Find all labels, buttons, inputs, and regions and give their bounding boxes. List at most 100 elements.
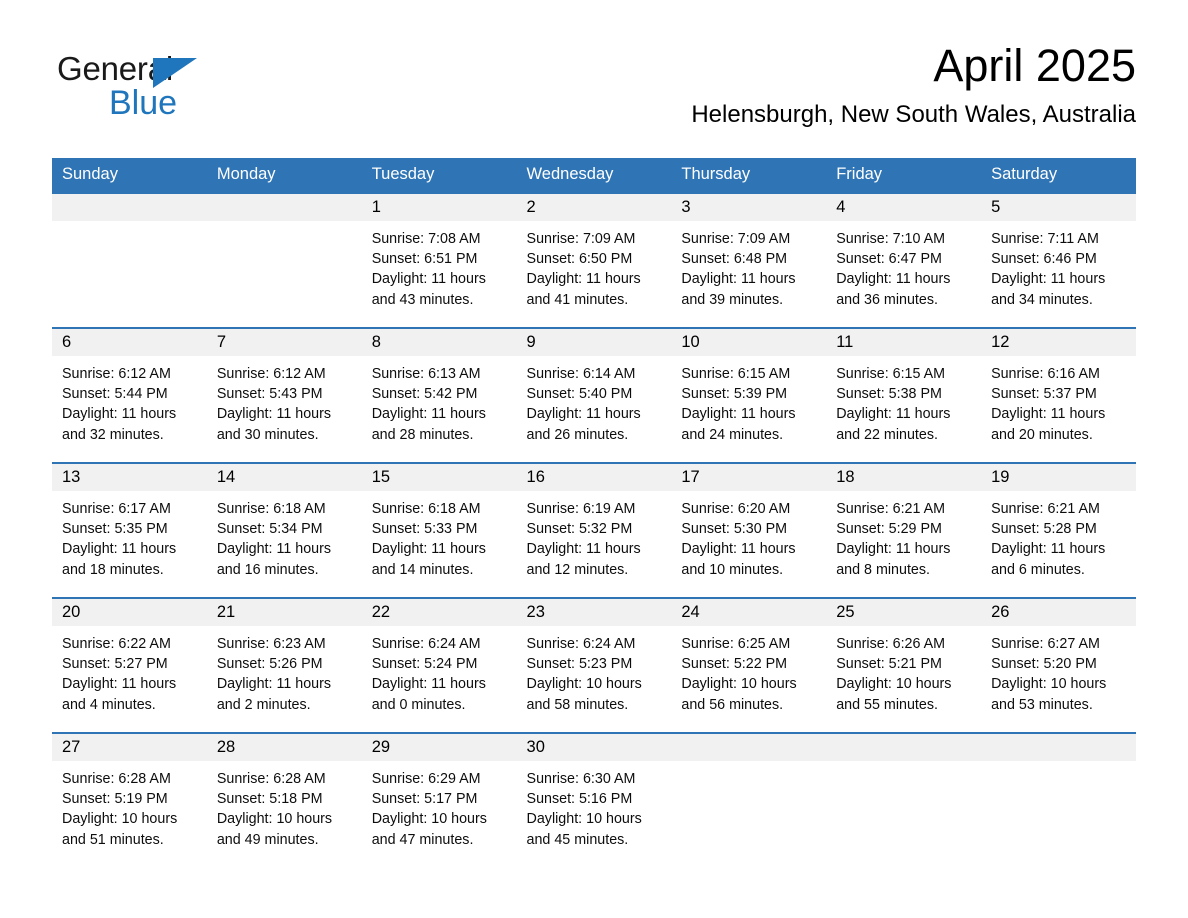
day-number-band: 22 bbox=[361, 599, 517, 626]
day-cell-content: 30 Sunrise: 6:30 AM Sunset: 5:16 PM Dayligh… bbox=[516, 734, 672, 867]
sunset-text: Sunset: 5:43 PM bbox=[216, 386, 323, 403]
day-details: Sunrise: 6:21 AM Sunset: 5:28 PM Daylight:… bbox=[981, 491, 1136, 580]
day-number-band bbox=[52, 194, 207, 221]
day-number-band: 28 bbox=[206, 734, 362, 761]
day-number: 28 bbox=[216, 738, 236, 757]
day-cell-content bbox=[981, 734, 1136, 867]
sunrise-text: Sunrise: 7:09 AM bbox=[526, 231, 636, 247]
daylight-text-line2: and 53 minutes. bbox=[991, 696, 1093, 713]
day-details: Sunrise: 6:28 AM Sunset: 5:19 PM Daylight:… bbox=[52, 761, 207, 850]
calendar-week-row: 1 Sunrise: 7:08 AM Sunset: 6:51 PM Daylight… bbox=[52, 192, 1136, 328]
calendar-day-cell[interactable]: 1 Sunrise: 7:08 AM Sunset: 6:51 PM Daylight… bbox=[361, 192, 517, 328]
day-number-band: 29 bbox=[361, 734, 517, 761]
sunset-text: Sunset: 5:17 PM bbox=[371, 791, 478, 808]
calendar-day-cell[interactable]: 10 Sunrise: 6:15 AM Sunset: 5:39 PM Dayligh… bbox=[671, 327, 827, 463]
calendar-day-cell[interactable]: 28 Sunrise: 6:28 AM Sunset: 5:18 PM Dayligh… bbox=[206, 732, 362, 867]
day-number: 5 bbox=[991, 198, 1001, 217]
calendar-day-cell[interactable]: 24 Sunrise: 6:25 AM Sunset: 5:22 PM Dayligh… bbox=[671, 597, 827, 733]
calendar-day-cell[interactable]: 26 Sunrise: 6:27 AM Sunset: 5:20 PM Dayligh… bbox=[981, 597, 1136, 733]
daylight-text-line1: Daylight: 11 hours bbox=[216, 541, 332, 558]
calendar-day-cell[interactable]: 14 Sunrise: 6:18 AM Sunset: 5:34 PM Dayligh… bbox=[206, 462, 362, 598]
calendar-day-cell[interactable]: 25 Sunrise: 6:26 AM Sunset: 5:21 PM Dayligh… bbox=[826, 597, 982, 733]
calendar-day-cell[interactable]: 8 Sunrise: 6:13 AM Sunset: 5:42 PM Daylight… bbox=[361, 327, 517, 463]
calendar-day-cell[interactable]: 22 Sunrise: 6:24 AM Sunset: 5:24 PM Dayligh… bbox=[361, 597, 517, 733]
day-number-band: 20 bbox=[52, 599, 207, 626]
day-number-band: 10 bbox=[671, 329, 827, 356]
sunrise-text: Sunrise: 6:24 AM bbox=[371, 636, 481, 652]
daylight-text-line2: and 22 minutes. bbox=[836, 426, 938, 443]
calendar-day-cell[interactable]: 6 Sunrise: 6:12 AM Sunset: 5:44 PM Daylight… bbox=[52, 327, 207, 463]
day-details bbox=[671, 761, 826, 769]
calendar-day-cell[interactable]: 15 Sunrise: 6:18 AM Sunset: 5:33 PM Dayligh… bbox=[361, 462, 517, 598]
day-cell-content: 26 Sunrise: 6:27 AM Sunset: 5:20 PM Dayligh… bbox=[981, 599, 1136, 732]
calendar-day-cell[interactable]: 30 Sunrise: 6:30 AM Sunset: 5:16 PM Dayligh… bbox=[516, 732, 672, 867]
day-details bbox=[826, 761, 981, 769]
calendar-day-cell[interactable]: 7 Sunrise: 6:12 AM Sunset: 5:43 PM Daylight… bbox=[206, 327, 362, 463]
daylight-text-line1: Daylight: 10 hours bbox=[371, 811, 487, 828]
daylight-text-line1: Daylight: 11 hours bbox=[681, 541, 796, 558]
day-cell-content: 12 Sunrise: 6:16 AM Sunset: 5:37 PM Dayligh… bbox=[981, 329, 1136, 462]
calendar-day-cell[interactable]: 4 Sunrise: 7:10 AM Sunset: 6:47 PM Daylight… bbox=[826, 192, 982, 328]
calendar-day-cell[interactable]: 16 Sunrise: 6:19 AM Sunset: 5:32 PM Dayligh… bbox=[516, 462, 672, 598]
day-number-band: 9 bbox=[516, 329, 672, 356]
day-number: 12 bbox=[991, 333, 1010, 352]
calendar-day-cell[interactable]: 2 Sunrise: 7:09 AM Sunset: 6:50 PM Daylight… bbox=[516, 192, 672, 328]
weekday-header-sunday: Sunday bbox=[52, 158, 207, 193]
weekday-header-saturday: Saturday bbox=[981, 158, 1136, 193]
sunset-text: Sunset: 5:33 PM bbox=[371, 521, 478, 538]
sunrise-text: Sunrise: 6:27 AM bbox=[991, 636, 1100, 652]
day-number-band bbox=[826, 734, 982, 761]
day-number-band: 3 bbox=[671, 194, 827, 221]
calendar-day-cell[interactable]: 29 Sunrise: 6:29 AM Sunset: 5:17 PM Dayligh… bbox=[361, 732, 517, 867]
day-number-band: 15 bbox=[361, 464, 517, 491]
daylight-text-line2: and 39 minutes. bbox=[681, 291, 784, 308]
daylight-text-line2: and 10 minutes. bbox=[681, 561, 784, 578]
day-number: 20 bbox=[62, 603, 81, 622]
general-blue-logo[interactable]: General Blue bbox=[57, 52, 357, 132]
calendar-day-cell[interactable]: 3 Sunrise: 7:09 AM Sunset: 6:48 PM Daylight… bbox=[671, 192, 827, 328]
daylight-text-line2: and 6 minutes. bbox=[991, 561, 1085, 578]
day-number-band: 17 bbox=[671, 464, 827, 491]
day-cell-content: 6 Sunrise: 6:12 AM Sunset: 5:44 PM Daylight… bbox=[52, 329, 207, 462]
day-number: 1 bbox=[371, 198, 381, 217]
weekday-header-friday: Friday bbox=[826, 158, 982, 193]
day-cell-content: 4 Sunrise: 7:10 AM Sunset: 6:47 PM Daylight… bbox=[826, 194, 982, 327]
day-details: Sunrise: 7:10 AM Sunset: 6:47 PM Daylight:… bbox=[826, 221, 981, 310]
day-cell-content bbox=[52, 194, 207, 327]
day-details: Sunrise: 6:20 AM Sunset: 5:30 PM Daylight:… bbox=[671, 491, 826, 580]
sunrise-text: Sunrise: 6:22 AM bbox=[62, 636, 171, 652]
day-details: Sunrise: 6:19 AM Sunset: 5:32 PM Daylight:… bbox=[517, 491, 672, 580]
calendar-day-cell[interactable]: 17 Sunrise: 6:20 AM Sunset: 5:30 PM Dayligh… bbox=[671, 462, 827, 598]
sunset-text: Sunset: 6:50 PM bbox=[526, 251, 633, 268]
calendar-day-cell[interactable]: 27 Sunrise: 6:28 AM Sunset: 5:19 PM Dayligh… bbox=[52, 732, 207, 867]
day-number-band: 4 bbox=[826, 194, 982, 221]
daylight-text-line1: Daylight: 11 hours bbox=[991, 271, 1106, 288]
day-number: 7 bbox=[216, 333, 227, 352]
calendar-day-cell[interactable]: 9 Sunrise: 6:14 AM Sunset: 5:40 PM Daylight… bbox=[516, 327, 672, 463]
calendar-day-cell[interactable]: 21 Sunrise: 6:23 AM Sunset: 5:26 PM Dayligh… bbox=[206, 597, 362, 733]
sunrise-text: Sunrise: 6:17 AM bbox=[62, 501, 171, 517]
sunrise-text: Sunrise: 6:28 AM bbox=[62, 771, 171, 787]
calendar-day-cell[interactable]: 23 Sunrise: 6:24 AM Sunset: 5:23 PM Dayligh… bbox=[516, 597, 672, 733]
daylight-text-line2: and 45 minutes. bbox=[526, 831, 629, 848]
daylight-text-line2: and 55 minutes. bbox=[836, 696, 938, 713]
day-number: 6 bbox=[62, 333, 72, 352]
daylight-text-line1: Daylight: 11 hours bbox=[62, 406, 177, 423]
calendar-day-cell[interactable]: 12 Sunrise: 6:16 AM Sunset: 5:37 PM Dayligh… bbox=[981, 327, 1136, 463]
daylight-text-line1: Daylight: 11 hours bbox=[62, 676, 177, 693]
sunrise-text: Sunrise: 6:29 AM bbox=[371, 771, 481, 787]
calendar-day-cell[interactable]: 13 Sunrise: 6:17 AM Sunset: 5:35 PM Dayligh… bbox=[52, 462, 207, 598]
calendar-day-cell[interactable]: 5 Sunrise: 7:11 AM Sunset: 6:46 PM Daylight… bbox=[981, 192, 1136, 328]
sunrise-text: Sunrise: 7:09 AM bbox=[681, 231, 791, 247]
day-number-band: 18 bbox=[826, 464, 982, 491]
day-cell-content: 28 Sunrise: 6:28 AM Sunset: 5:18 PM Dayligh… bbox=[206, 734, 362, 867]
daylight-text-line1: Daylight: 11 hours bbox=[216, 676, 332, 693]
calendar-day-cell[interactable]: 18 Sunrise: 6:21 AM Sunset: 5:29 PM Dayligh… bbox=[826, 462, 982, 598]
calendar-day-cell[interactable]: 19 Sunrise: 6:21 AM Sunset: 5:28 PM Dayligh… bbox=[981, 462, 1136, 598]
calendar-day-cell[interactable]: 20 Sunrise: 6:22 AM Sunset: 5:27 PM Dayligh… bbox=[52, 597, 207, 733]
sunrise-text: Sunrise: 6:15 AM bbox=[836, 366, 946, 382]
sunset-text: Sunset: 5:16 PM bbox=[526, 791, 633, 808]
sunset-text: Sunset: 5:42 PM bbox=[371, 386, 478, 403]
day-details: Sunrise: 6:23 AM Sunset: 5:26 PM Daylight:… bbox=[207, 626, 362, 715]
calendar-day-cell[interactable]: 11 Sunrise: 6:15 AM Sunset: 5:38 PM Dayligh… bbox=[826, 327, 982, 463]
